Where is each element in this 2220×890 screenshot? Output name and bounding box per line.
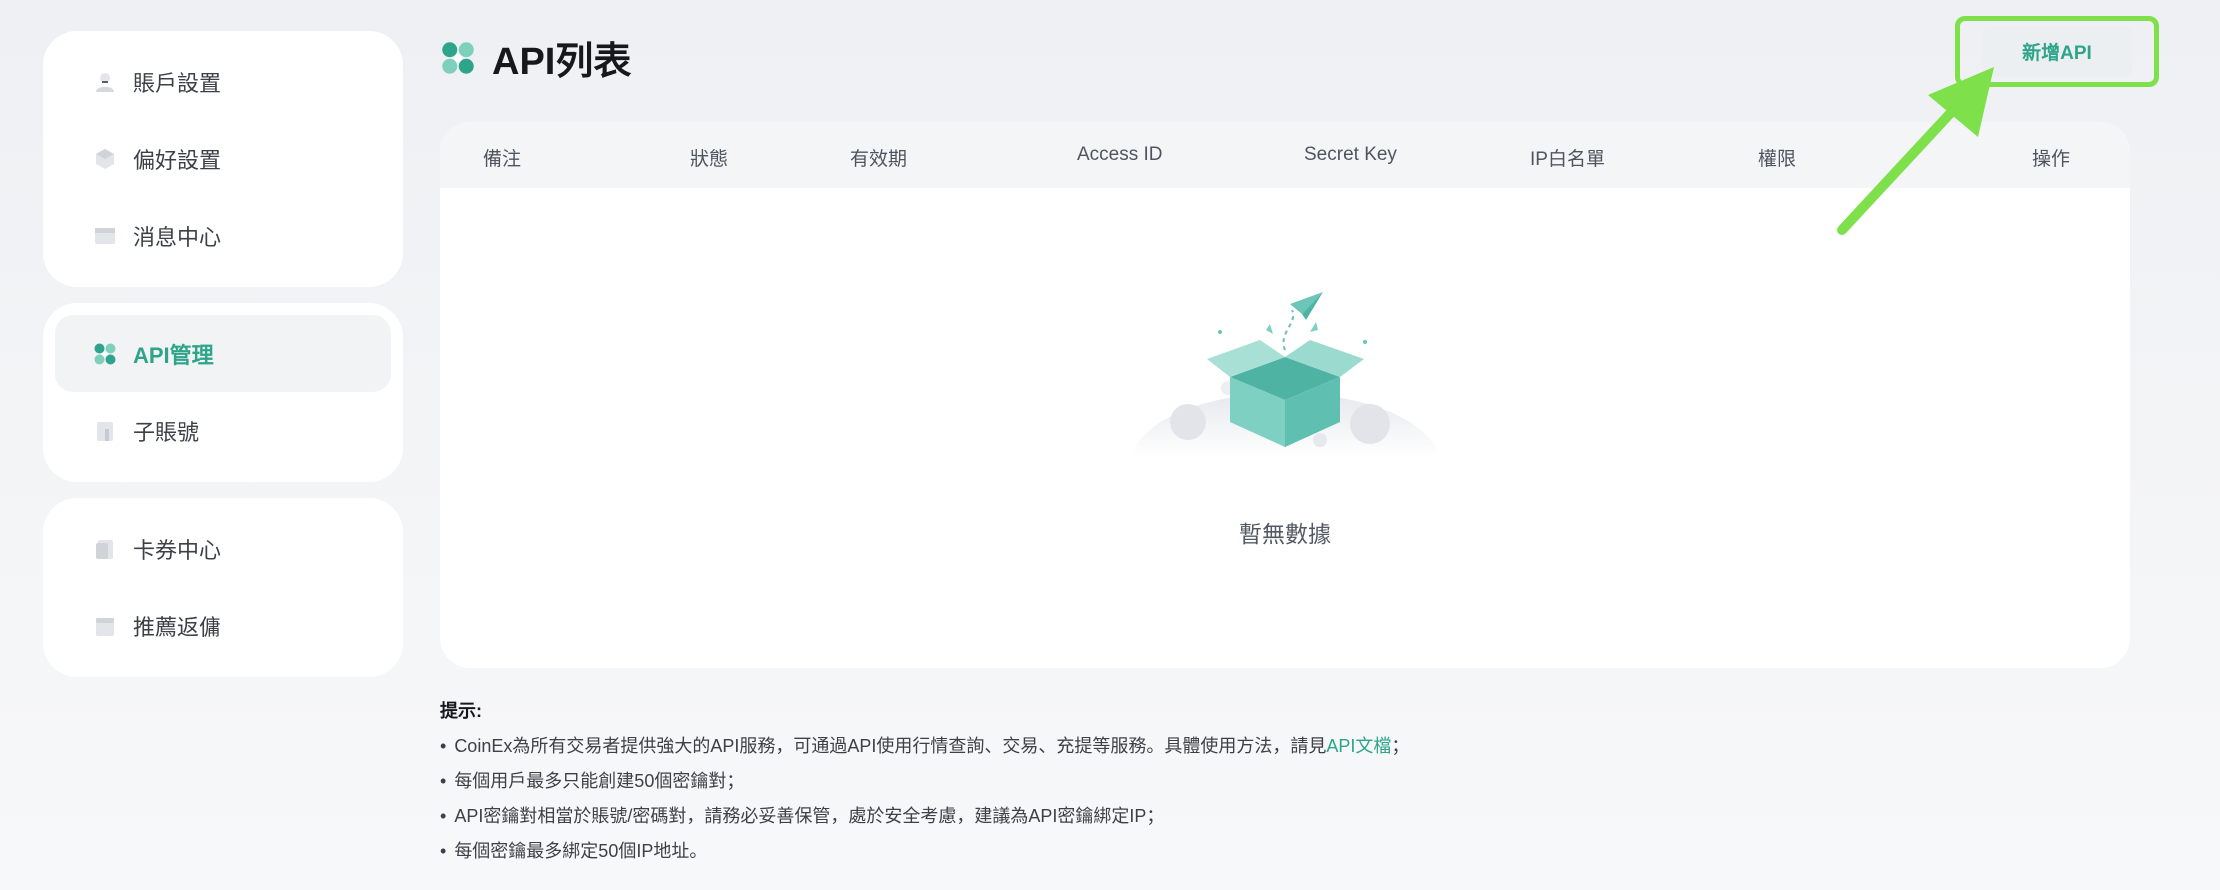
- api-table: 備注 狀態 有效期 Access ID Secret Key IP白名單 權限 …: [440, 122, 2130, 668]
- add-api-button[interactable]: 新增API: [1982, 26, 2132, 77]
- sidebar-item-label: 推薦返傭: [133, 614, 222, 640]
- sidebar-item-label: 偏好設置: [133, 147, 222, 173]
- tip-text: ；: [1391, 736, 1410, 756]
- tip-line-2: • 每個用戶最多只能創建50個密鑰對；: [440, 764, 1409, 799]
- bullet: •: [440, 736, 447, 756]
- page-title-text: API列表: [492, 41, 632, 83]
- tips-section: 提示: • CoinEx為所有交易者提供強大的API服務，可通過API使用行情查詢…: [440, 694, 1409, 869]
- empty-box-illustration: [1120, 272, 1450, 462]
- tip-text: 每個密鑰最多綁定50個IP地址。: [454, 841, 708, 861]
- sidebar-group-account: 賬戶設置 偏好設置 消息中心: [43, 31, 403, 287]
- sidebar-group-api: API管理 子賬號: [43, 303, 403, 482]
- bullet: •: [440, 806, 447, 826]
- sidebar-item-referral[interactable]: 推薦返傭: [55, 587, 391, 664]
- column-header-actions: 操作: [2032, 149, 2071, 170]
- column-header-permissions: 權限: [1758, 149, 1797, 170]
- user-icon: [93, 70, 117, 94]
- preferences-icon: [93, 147, 117, 171]
- api-docs-link[interactable]: API文檔: [1326, 736, 1391, 756]
- tip-line-1: • CoinEx為所有交易者提供強大的API服務，可通過API使用行情查詢、交易、…: [440, 729, 1409, 764]
- tip-text: API密鑰對相當於賬號/密碼對，請務必妥善保管，處於安全考慮，建議為API密鑰綁…: [454, 806, 1165, 826]
- column-header-validity: 有效期: [850, 149, 908, 170]
- sidebar-item-preferences[interactable]: 偏好設置: [55, 120, 391, 197]
- column-header-access-id: Access ID: [1077, 144, 1163, 165]
- bullet: •: [440, 841, 447, 861]
- sidebar-item-message-center[interactable]: 消息中心: [55, 197, 391, 274]
- column-header-status: 狀態: [690, 149, 729, 170]
- sidebar-item-label: 賬戶設置: [133, 70, 222, 96]
- tip-line-4: • 每個密鑰最多綁定50個IP地址。: [440, 834, 1409, 869]
- bullet: •: [440, 771, 447, 791]
- tip-text: 每個用戶最多只能創建50個密鑰對；: [454, 771, 745, 791]
- coupon-icon: [93, 537, 117, 561]
- api-icon: [440, 40, 476, 76]
- sidebar-item-sub-account[interactable]: 子賬號: [55, 392, 391, 469]
- column-header-remark: 備注: [483, 149, 522, 170]
- sidebar-item-label: 消息中心: [133, 224, 222, 250]
- sidebar-item-coupon-center[interactable]: 卡券中心: [55, 510, 391, 587]
- referral-icon: [93, 614, 117, 638]
- empty-state-text: 暫無數據: [1239, 521, 1331, 547]
- api-icon: [93, 342, 117, 366]
- add-api-button-highlight: 新增API: [1955, 16, 2159, 87]
- tips-title: 提示:: [440, 701, 482, 721]
- sidebar-item-label: API管理: [133, 342, 214, 368]
- page-title: API列表: [440, 30, 631, 85]
- sidebar-item-label: 子賬號: [133, 419, 200, 445]
- sub-account-icon: [93, 419, 117, 443]
- column-header-ip-whitelist: IP白名單: [1530, 149, 1605, 170]
- sidebar-item-label: 卡券中心: [133, 537, 222, 563]
- message-icon: [93, 224, 117, 248]
- table-header: 備注 狀態 有效期 Access ID Secret Key IP白名單 權限 …: [440, 122, 2130, 188]
- tip-text: CoinEx為所有交易者提供強大的API服務，可通過API使用行情查詢、交易、充…: [454, 736, 1327, 756]
- tip-line-3: • API密鑰對相當於賬號/密碼對，請務必妥善保管，處於安全考慮，建議為API密鑰…: [440, 799, 1409, 834]
- sidebar-item-account-settings[interactable]: 賬戶設置: [55, 43, 391, 120]
- sidebar-group-rewards: 卡券中心 推薦返傭: [43, 498, 403, 677]
- column-header-secret-key: Secret Key: [1304, 144, 1397, 165]
- sidebar-item-api-management[interactable]: API管理: [55, 315, 391, 392]
